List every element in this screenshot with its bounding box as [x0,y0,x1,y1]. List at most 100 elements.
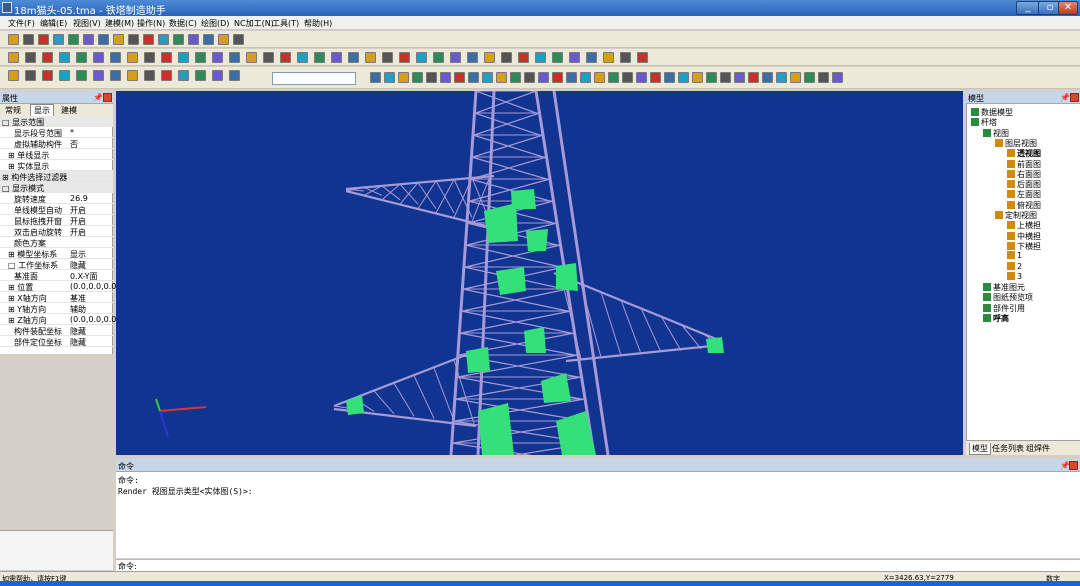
toolbar-tool-icon[interactable] [501,52,512,63]
property-value[interactable]: * [70,128,74,137]
toolbar-tool-icon[interactable] [229,52,240,63]
toolbar-tool-icon[interactable] [128,34,139,45]
toolbar-tool-icon[interactable] [110,52,121,63]
close-button[interactable]: ✕ [1058,1,1078,15]
menu-file[interactable]: 文件(F) [8,18,35,29]
property-row[interactable]: 单线模型自动 开启 [0,204,113,215]
toolbar-tool-icon[interactable] [8,52,19,63]
menu-tools[interactable]: 工具(T) [272,18,299,29]
menu-data[interactable]: 数据(C) [169,18,197,29]
toolbar-tool-icon[interactable] [450,52,461,63]
toolbar-tool-icon[interactable] [158,34,169,45]
panel-close-icon[interactable] [1070,93,1079,102]
toolbar-tool-icon[interactable] [113,34,124,45]
tab-task-list[interactable]: 任务列表 [992,443,1024,454]
toolbar-tool-icon[interactable] [314,52,325,63]
toolbar-tool-icon[interactable] [297,52,308,63]
pin-icon[interactable]: 📌 [1060,93,1070,102]
toolbar-tool-icon[interactable] [440,72,451,83]
model-viewport[interactable] [116,91,963,455]
tab-general[interactable]: 常规 [2,105,24,116]
toolbar-tool-icon[interactable] [365,52,376,63]
property-row[interactable]: ⊞ 模型坐标系 显示 [0,248,113,259]
toolbar-tool-icon[interactable] [68,34,79,45]
toolbar-tool-icon[interactable] [569,52,580,63]
property-row[interactable]: 双击启动旋转 开启 [0,226,113,237]
toolbar-tool-icon[interactable] [496,72,507,83]
toolbar-tool-icon[interactable] [748,72,759,83]
toolbar-tool-icon[interactable] [416,52,427,63]
property-row[interactable]: ⊞ 构件选择过滤器 [0,171,113,182]
toolbar-tool-icon[interactable] [426,72,437,83]
toolbar-tool-icon[interactable] [203,34,214,45]
property-value[interactable]: (0.0,0.0,0.0) [70,315,120,324]
toolbar-tool-icon[interactable] [678,72,689,83]
toolbar-tool-icon[interactable] [412,72,423,83]
toolbar-tool-icon[interactable] [188,34,199,45]
property-row[interactable]: 基准面 0.X-Y面 [0,270,113,281]
toolbar-tool-icon[interactable] [566,72,577,83]
toolbar-tool-icon[interactable] [468,72,479,83]
pin-icon[interactable]: 📌 [93,93,103,102]
property-value[interactable]: 隐藏 [70,337,86,348]
toolbar-tool-icon[interactable] [484,52,495,63]
panel-close-icon[interactable] [103,93,112,102]
toolbar-tool-icon[interactable] [144,52,155,63]
toolbar-tool-icon[interactable] [53,34,64,45]
toolbar-tool-icon[interactable] [173,34,184,45]
toolbar-tool-icon[interactable] [127,52,138,63]
toolbar-tool-icon[interactable] [399,52,410,63]
property-row[interactable]: 部件定位坐标 隐藏 [0,336,113,347]
toolbar-tool-icon[interactable] [832,72,843,83]
toolbar-tool-icon[interactable] [636,72,647,83]
property-row[interactable]: ⊞ 实体显示 [0,160,113,171]
toolbar-tool-icon[interactable] [482,72,493,83]
toolbar-tool-icon[interactable] [195,70,206,81]
toolbar-tool-icon[interactable] [580,72,591,83]
toolbar-tool-icon[interactable] [331,52,342,63]
toolbar-tool-icon[interactable] [538,72,549,83]
toolbar-tool-icon[interactable] [218,34,229,45]
property-row[interactable]: ⊞ Y轴方向 辅助 [0,303,113,314]
property-row[interactable]: ⊞ 单线显示 [0,149,113,160]
toolbar-tool-icon[interactable] [23,34,34,45]
toolbar-tool-icon[interactable] [552,72,563,83]
toolbar-tool-icon[interactable] [734,72,745,83]
property-row[interactable]: 显示段号范围 * [0,127,113,138]
toolbar-tool-icon[interactable] [42,70,53,81]
property-row[interactable]: □ 显示范围 [0,116,113,127]
toolbar-tool-icon[interactable] [263,52,274,63]
toolbar-tool-icon[interactable] [178,52,189,63]
tab-weldments[interactable]: 组焊件 [1026,443,1050,454]
toolbar-tool-icon[interactable] [620,52,631,63]
command-input[interactable]: 命令: [116,559,1080,571]
menu-view[interactable]: 视图(V) [73,18,101,29]
toolbar-tool-icon[interactable] [76,52,87,63]
property-row[interactable]: ⊞ 位置 (0.0,0.0,0.0) [0,281,120,292]
toolbar-tool-icon[interactable] [467,52,478,63]
toolbar-tool-icon[interactable] [212,52,223,63]
toolbar-tool-icon[interactable] [524,72,535,83]
toolbar-tool-icon[interactable] [59,70,70,81]
toolbar-tool-icon[interactable] [161,70,172,81]
toolbar-tool-icon[interactable] [127,70,138,81]
toolbar-tool-icon[interactable] [76,70,87,81]
toolbar-tool-icon[interactable] [98,34,109,45]
menu-nc[interactable]: NC加工(N) [234,18,274,29]
toolbar-tool-icon[interactable] [818,72,829,83]
toolbar-tool-icon[interactable] [706,72,717,83]
menu-help[interactable]: 帮助(H) [304,18,332,29]
toolbar-tool-icon[interactable] [42,52,53,63]
toolbar-tool-icon[interactable] [178,70,189,81]
toolbar-tool-icon[interactable] [594,72,605,83]
toolbar-tool-icon[interactable] [280,52,291,63]
menu-operate[interactable]: 操作(N) [137,18,165,29]
property-row[interactable]: ⊞ Z轴方向 (0.0,0.0,0.0) [0,314,120,325]
toolbar-tool-icon[interactable] [398,72,409,83]
toolbar-tool-icon[interactable] [144,70,155,81]
tab-modeling[interactable]: 建模 [58,105,80,116]
toolbar-tool-icon[interactable] [552,52,563,63]
toolbar-search-input[interactable] [272,72,356,85]
property-row[interactable]: □ 工作坐标系 隐藏 [0,259,113,270]
toolbar-tool-icon[interactable] [25,52,36,63]
